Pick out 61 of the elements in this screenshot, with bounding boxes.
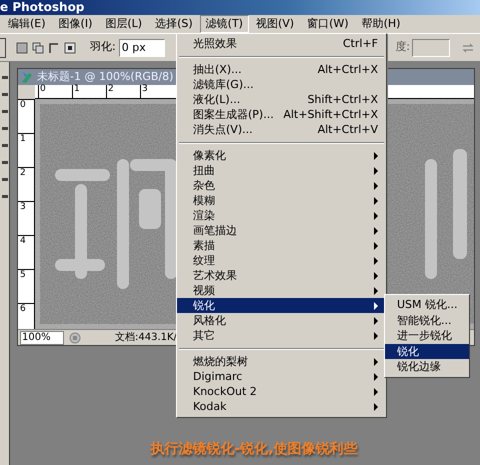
menu-item[interactable]: 滤镜(T): [200, 15, 249, 33]
menu-item[interactable]: 风格化: [177, 313, 386, 328]
menu-item[interactable]: 模糊: [177, 193, 386, 208]
menu-item[interactable]: 锐化边缘: [385, 359, 469, 375]
menu-item[interactable]: 窗口(W): [301, 15, 355, 33]
ruler-label: 0: [40, 84, 46, 94]
feather-field[interactable]: 0 px: [118, 38, 165, 56]
ruler-label: 6: [20, 304, 26, 314]
new-selection-icon[interactable]: [16, 42, 28, 54]
window-title: e Photoshop: [0, 0, 480, 15]
ruler-label: 5: [20, 270, 26, 280]
menu-item[interactable]: Digimarc: [177, 369, 386, 384]
menu-item[interactable]: 滤镜库(G)...: [177, 77, 386, 92]
add-selection-icon[interactable]: [32, 42, 44, 54]
subtract-selection-icon[interactable]: [48, 42, 60, 54]
menu-item[interactable]: KnockOut 2: [177, 384, 386, 399]
menu-item[interactable]: 选择(S): [149, 15, 199, 33]
menu-item[interactable]: 渲染: [177, 208, 386, 223]
ruler-label: 2: [20, 168, 26, 178]
width-label: 度:: [395, 39, 410, 56]
menu-item[interactable]: 艺术效果: [177, 268, 386, 283]
menu-item[interactable]: 锐化: [177, 298, 386, 313]
menu-item[interactable]: 编辑(E): [2, 15, 52, 33]
menu-item[interactable]: 智能锐化...: [385, 312, 469, 328]
caption-text: 执行滤镜锐化-锐化,使图像锐利些: [150, 441, 358, 457]
feather-label: 羽化:: [90, 39, 116, 56]
ruler-label: 0: [20, 100, 26, 110]
menu-item[interactable]: 消失点(V)... Alt+Ctrl+V: [177, 122, 386, 137]
menu-item[interactable]: 光照效果 Ctrl+F: [177, 36, 386, 51]
zoom-field[interactable]: 100%: [20, 330, 64, 344]
menu-item[interactable]: 杂色: [177, 178, 386, 193]
menu-item[interactable]: 扭曲: [177, 163, 386, 178]
document-title: 未标题-1 @ 100%(RGB/8): [37, 69, 174, 84]
menu-item[interactable]: 液化(L)... Shift+Ctrl+X: [177, 92, 386, 107]
ruler-label: 4: [20, 236, 26, 246]
menu-item[interactable]: 素描: [177, 238, 386, 253]
menu-item[interactable]: 燃烧的梨树: [177, 354, 386, 369]
document-icon: [20, 70, 34, 84]
menu-item[interactable]: 帮助(H): [356, 15, 406, 33]
menu-item[interactable]: 进一步锐化: [385, 328, 469, 344]
ruler-label: 3: [142, 84, 148, 94]
document-size-text: 文档:443.1K/: [115, 330, 177, 345]
menu-item[interactable]: 图像(I): [52, 15, 98, 33]
ruler-label: 1: [20, 134, 26, 144]
menu-item[interactable]: 纹理: [177, 253, 386, 268]
menu-item[interactable]: 图层(L): [99, 15, 148, 33]
ruler-label: 1: [74, 84, 80, 94]
ruler-label: 2: [108, 84, 114, 94]
menu-item[interactable]: 抽出(X)... Alt+Ctrl+X: [177, 62, 386, 77]
ruler-label: 3: [20, 202, 26, 212]
menu-item[interactable]: 画笔描边: [177, 223, 386, 238]
menu-item[interactable]: 其它: [177, 328, 386, 343]
menu-item[interactable]: 锐化: [385, 344, 469, 360]
menu-item[interactable]: Kodak: [177, 399, 386, 414]
menu-item[interactable]: 像素化: [177, 148, 386, 163]
intersect-selection-icon[interactable]: [64, 42, 76, 54]
menu-item[interactable]: 图案生成器(P)... Alt+Shift+Ctrl+X: [177, 107, 386, 122]
menu-item[interactable]: USM 锐化...: [385, 297, 469, 313]
width-field[interactable]: [412, 38, 450, 56]
tool-preset-picker[interactable]: [0, 38, 6, 58]
menu-item[interactable]: 视图(V): [250, 15, 300, 33]
